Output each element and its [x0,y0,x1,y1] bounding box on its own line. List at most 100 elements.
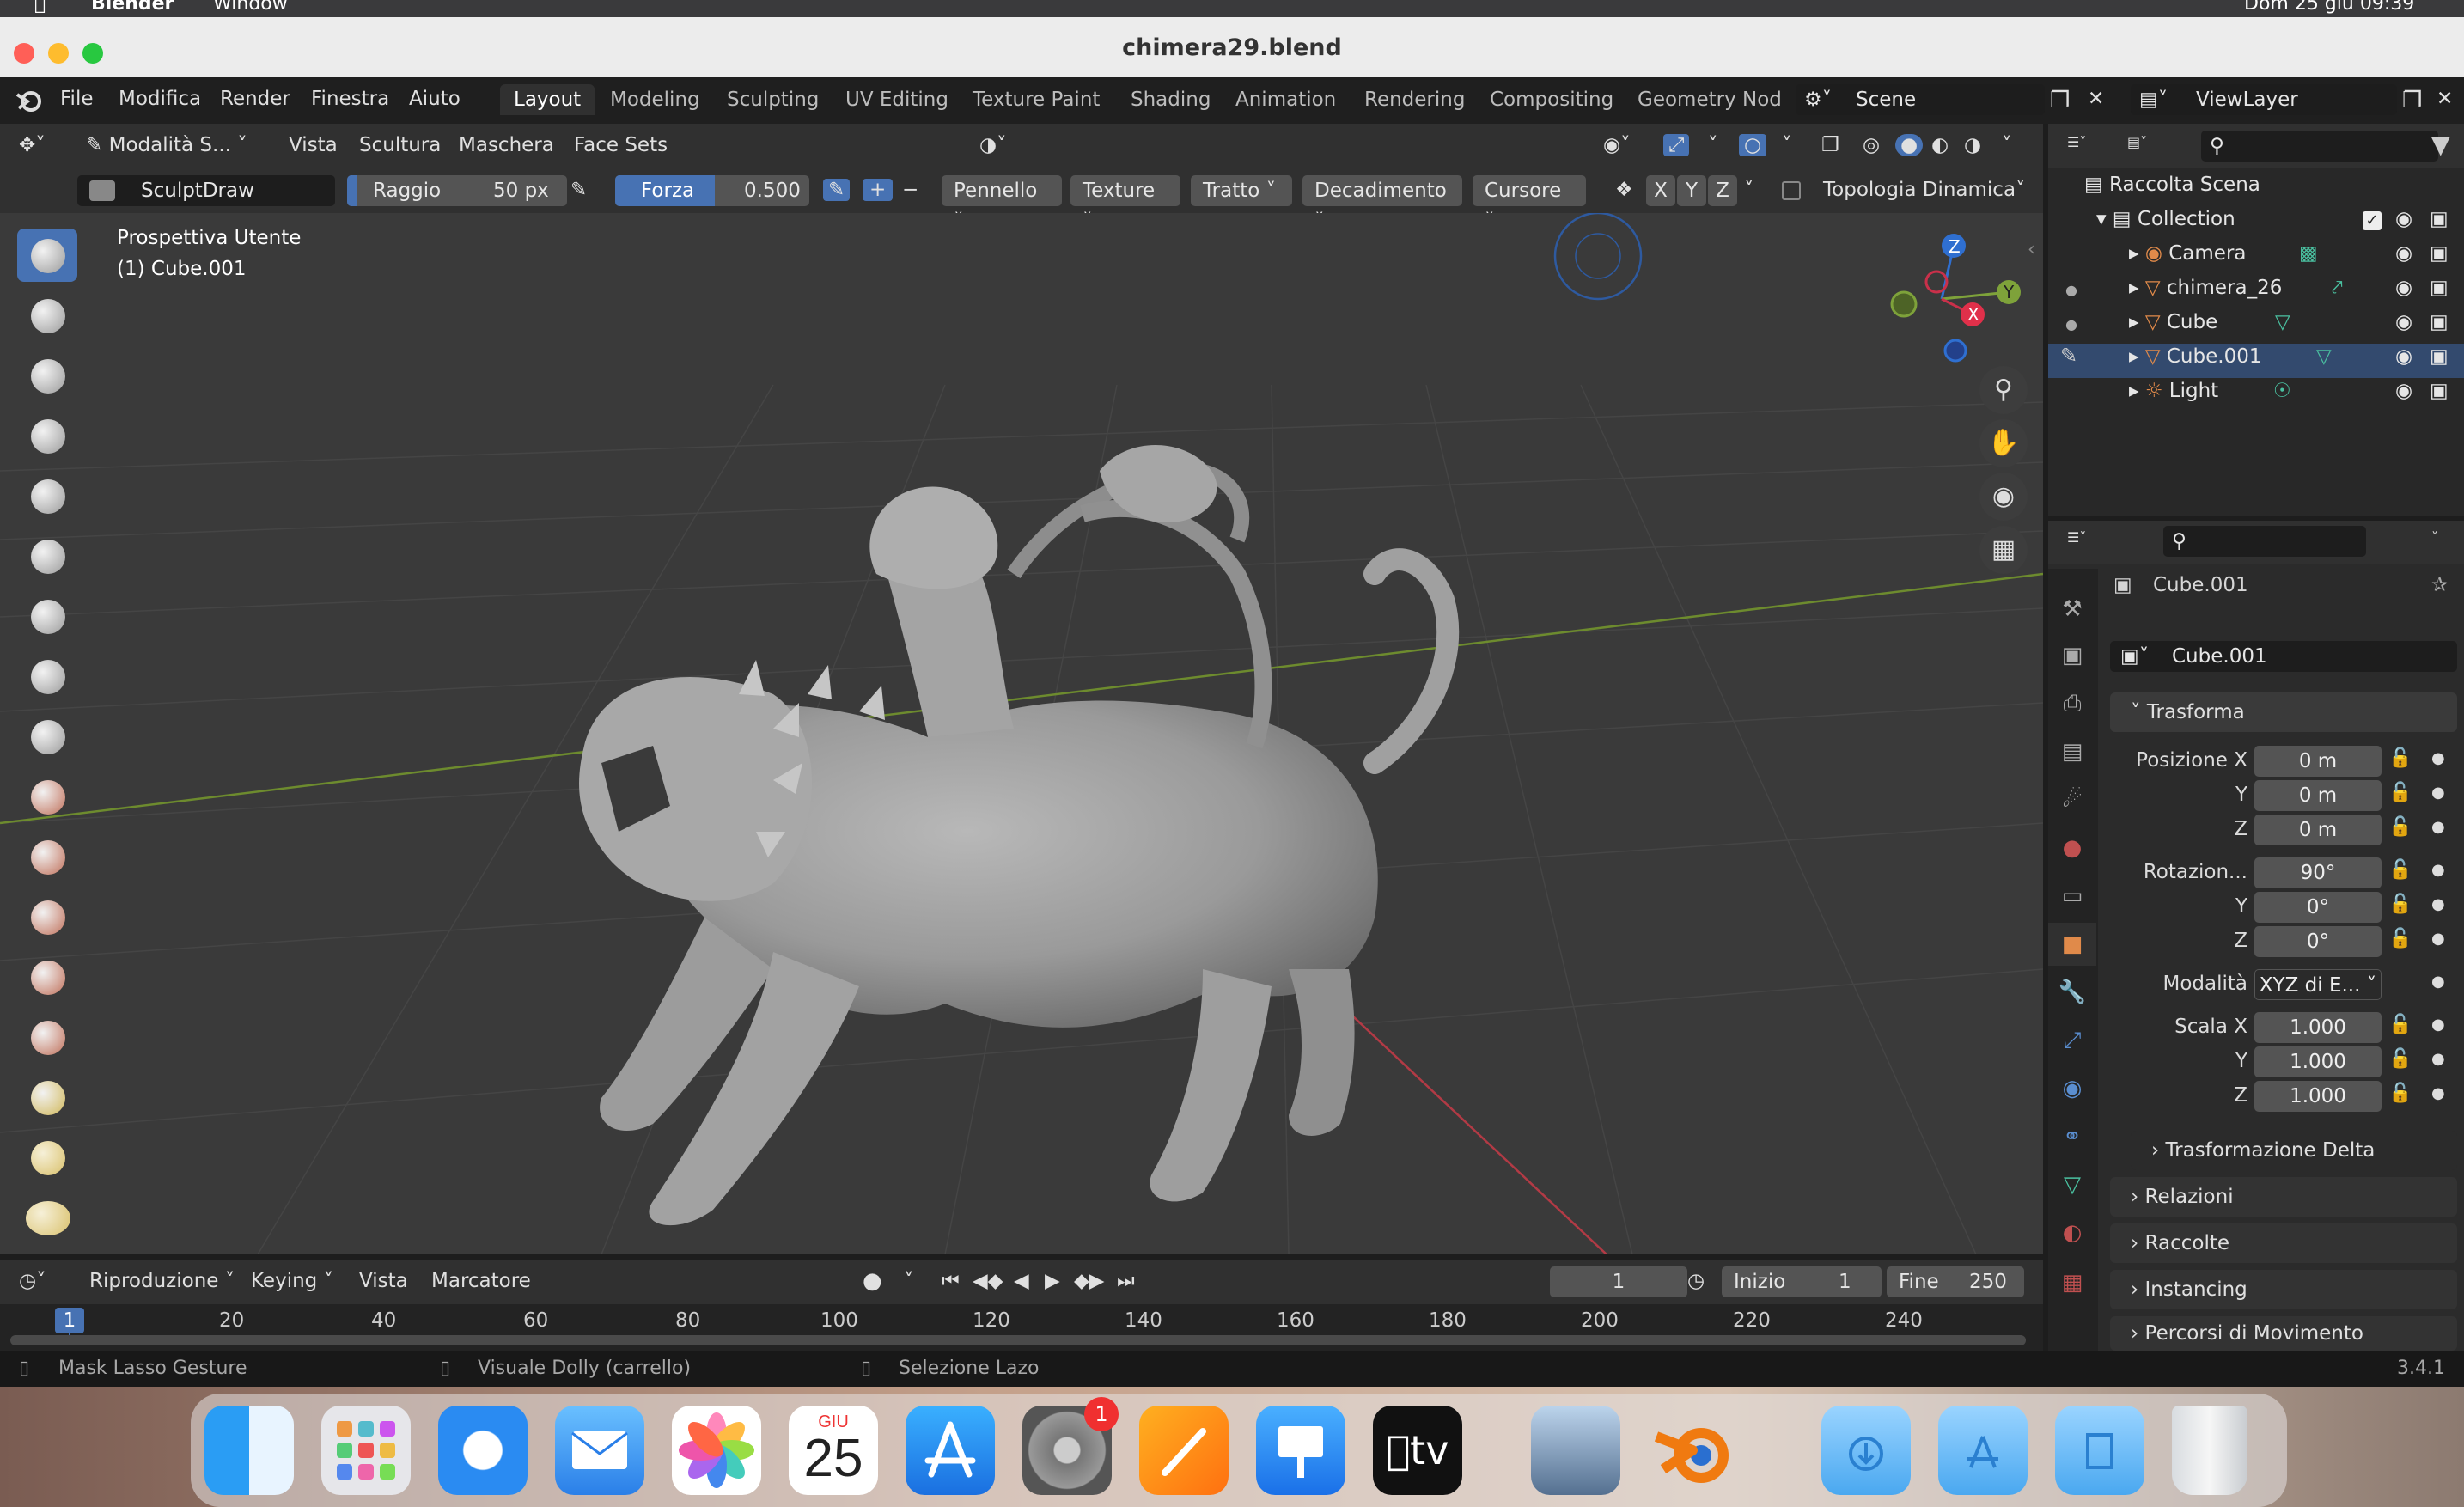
dropdown-pennello[interactable]: Pennello ˅ [942,175,1062,233]
blender-dock-icon[interactable] [1648,1406,1737,1495]
window-menu[interactable]: Window [213,0,288,15]
end-frame-field[interactable]: Fine 250 [1887,1266,2024,1297]
play-reverse-button[interactable]: ◀ [1014,1270,1029,1292]
outliner-collection[interactable]: ▾ ▤ Collection [2096,208,2235,230]
pages-icon[interactable] [1139,1406,1229,1495]
apple-icon[interactable]:  [34,0,46,15]
menu-face-sets[interactable]: Face Sets [574,134,668,156]
direction-subtract-button[interactable]: − [902,179,918,201]
playhead[interactable]: 1 [55,1308,84,1333]
symmetry-menu-icon[interactable]: ˅ [1744,179,1754,201]
lock-icon[interactable]: 🔓 [2388,928,2412,949]
timeline-scrollbar[interactable] [10,1335,2026,1345]
mail-icon[interactable] [555,1406,644,1495]
panel-percorsi-movimento[interactable]: › Percorsi di Movimento [2110,1316,2457,1351]
panel-relazioni[interactable]: › Relazioni [2110,1177,2457,1217]
app-store-icon[interactable] [906,1406,995,1495]
tool-smooth[interactable] [17,710,77,763]
mirror-z-toggle[interactable]: Z [1708,175,1737,206]
menu-keying[interactable]: Keying ˅ [251,1270,333,1292]
keyframe-dot-icon[interactable]: ● [2431,784,2445,802]
record-button[interactable]: ● [863,1268,882,1294]
collection-checkbox[interactable]: ✓ [2363,211,2382,230]
tab-modeling[interactable]: Modeling [596,84,714,115]
object-name-field[interactable]: ▣˅ Cube.001 [2110,641,2457,672]
light-visibility-icon[interactable]: ◉ [2395,380,2412,402]
pan-hand-icon[interactable]: ✋ [1979,419,2028,467]
cube-render-icon[interactable]: ▣ [2430,311,2449,333]
direction-add-button[interactable]: + [863,179,894,201]
prev-keyframe-button[interactable]: ◀◆ [973,1270,1003,1292]
jump-start-button[interactable]: ⏮ [942,1270,960,1292]
outliner-item-light[interactable]: ▸ ☼ Light [2129,380,2218,402]
menu-riproduzione[interactable]: Riproduzione ˅ [89,1270,235,1292]
light-render-icon[interactable]: ▣ [2430,380,2449,402]
overlay-toggle-icon[interactable]: ○ [1739,134,1767,156]
menu-modifica[interactable]: Modifica [119,88,201,110]
apple-tv-icon[interactable]: tv [1373,1406,1462,1495]
cube001-render-icon[interactable]: ▣ [2430,345,2449,368]
particles-tab-icon[interactable]: ⤢ [2048,1019,2096,1062]
panel-trasformazione-delta[interactable]: › Trasformazione Delta [2131,1131,2457,1170]
outliner-root[interactable]: ▤ Raccolta Scena [2084,174,2260,196]
shading-material-icon[interactable]: ◐ [1931,134,1949,156]
tab-sculpting[interactable]: Sculpting [713,84,833,115]
panel-trasforma[interactable]: ˅ Trasforma [2110,692,2457,732]
tool-pinch[interactable] [17,1010,77,1064]
outliner-item-camera[interactable]: ▸ ◉ Camera [2129,242,2247,265]
record-menu-icon[interactable]: ˅ [904,1270,914,1292]
tab-rendering[interactable]: Rendering [1351,84,1479,115]
pos-z-field[interactable]: 0 m [2254,815,2382,845]
menu-vista[interactable]: Vista [289,134,338,156]
scene-tab-icon[interactable]: ☄ [2048,778,2096,821]
panel-instancing[interactable]: › Instancing [2110,1270,2457,1309]
object-tab-icon[interactable]: ■ [2048,923,2096,966]
outliner-item-cube001[interactable]: ▸ ▽ Cube.001 [2129,345,2261,368]
properties-search[interactable]: ⚲ [2163,526,2366,557]
output-tab-icon[interactable]: ⎙ [2048,682,2096,725]
editor-type-icon[interactable]: ✥˅ [19,134,46,156]
sculpt-mode-icon[interactable]: ✎ [2060,344,2077,368]
menu-aiuto[interactable]: Aiuto [409,88,460,110]
strength-field[interactable]: Forza 0.500 [615,175,809,206]
keyframe-dot-icon[interactable]: ● [2431,749,2445,767]
camera-render-icon[interactable]: ▣ [2430,242,2449,265]
radius-pressure-icon[interactable]: ✎ [570,179,587,201]
timeline-ruler[interactable]: 1 20 40 60 80 100 120 140 160 180 200 220 240 [0,1304,2043,1351]
lock-icon[interactable]: 🔓 [2388,816,2412,838]
material-tab-icon[interactable]: ◐ [2048,1211,2096,1254]
lock-icon[interactable]: 🔓 [2388,859,2412,881]
tool-fill[interactable] [17,830,77,883]
lock-icon[interactable]: 🔓 [2388,1048,2412,1070]
tool-clay[interactable] [17,349,77,402]
dropdown-cursore[interactable]: Cursore ˅ [1473,175,1586,233]
menu-marcatore[interactable]: Marcatore [431,1270,531,1292]
finder-icon[interactable] [204,1406,294,1495]
properties-editor-icon[interactable]: ☰˅ [2067,529,2086,546]
mirror-x-toggle[interactable]: X [1646,175,1675,206]
menu-maschera[interactable]: Maschera [459,134,554,156]
constraints-tab-icon[interactable]: ⚭ [2048,1115,2096,1158]
shading-solid-icon[interactable]: ● [1895,134,1924,156]
shading-rendered-icon[interactable]: ◑ [1964,134,1981,156]
rot-y-field[interactable]: 0° [2254,892,2382,923]
dyntopo-menu-icon[interactable]: ˅ [2016,179,2026,201]
tool-multiplane-scrape[interactable] [17,950,77,1004]
start-frame-field[interactable]: Inizio 1 [1722,1266,1882,1297]
tool-layer[interactable] [17,469,77,522]
keyframe-dot-icon[interactable]: ● [2431,1084,2445,1102]
cube-visibility-icon[interactable]: ◉ [2395,311,2412,333]
overlay-menu-icon[interactable]: ˅ [1782,134,1792,156]
tool-draw-sharp[interactable] [17,289,77,342]
keyframe-dot-icon[interactable]: ● [2431,895,2445,913]
current-frame-field[interactable]: 1 [1550,1266,1687,1297]
gizmo-menu-icon[interactable]: ˅ [1708,134,1718,156]
keyframe-dot-icon[interactable]: ● [2431,818,2445,836]
perspective-grid-icon[interactable]: ▦ [1979,526,2028,574]
new-scene-icon[interactable]: ❐ [2050,88,2070,113]
tool-scrape[interactable] [17,890,77,943]
outliner-item-cube[interactable]: ▸ ▽ Cube [2129,311,2217,333]
transform-orientation-icon[interactable]: ◑˅ [979,134,1007,156]
physics-tab-icon[interactable]: ◉ [2048,1067,2096,1110]
tool-snake-hook[interactable] [17,1191,77,1244]
